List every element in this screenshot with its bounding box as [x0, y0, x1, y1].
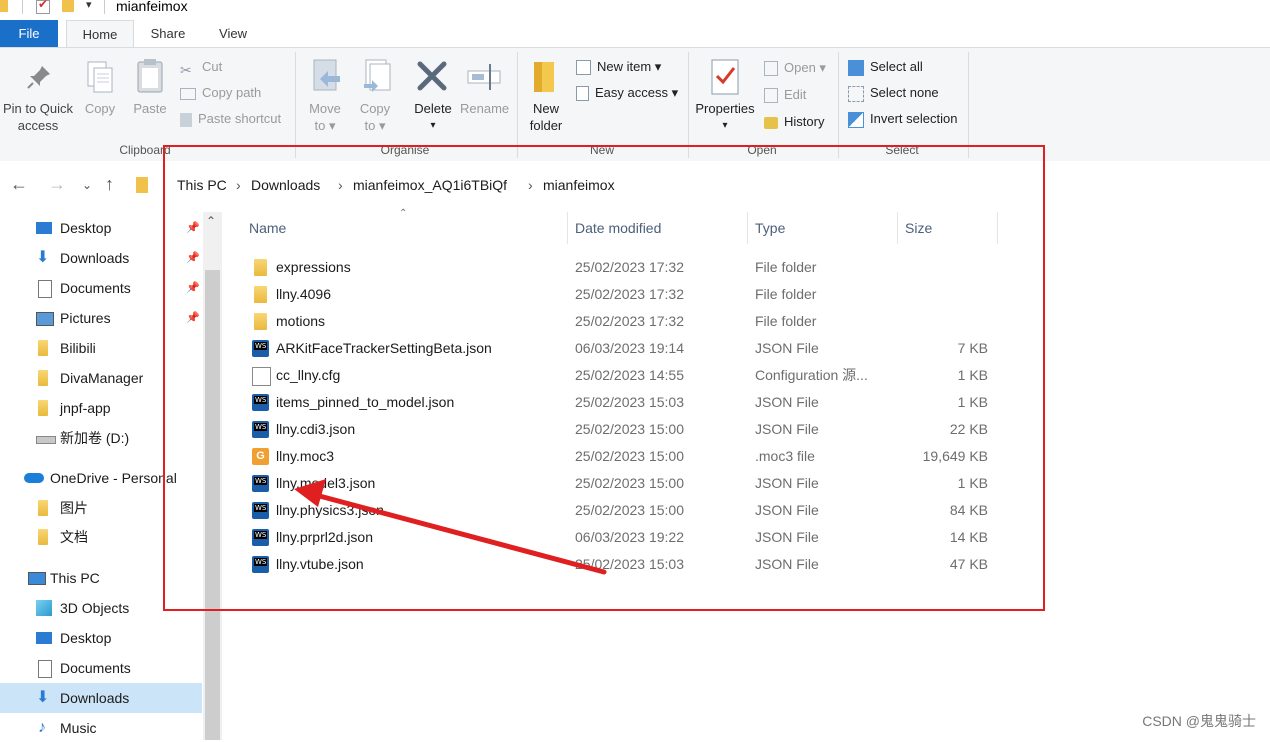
- annotation-arrow-head: [294, 479, 326, 507]
- watermark: CSDN @鬼鬼骑士: [1142, 713, 1256, 729]
- annotation-arrow-shaft: [309, 491, 607, 575]
- annotation-arrow: [294, 479, 607, 575]
